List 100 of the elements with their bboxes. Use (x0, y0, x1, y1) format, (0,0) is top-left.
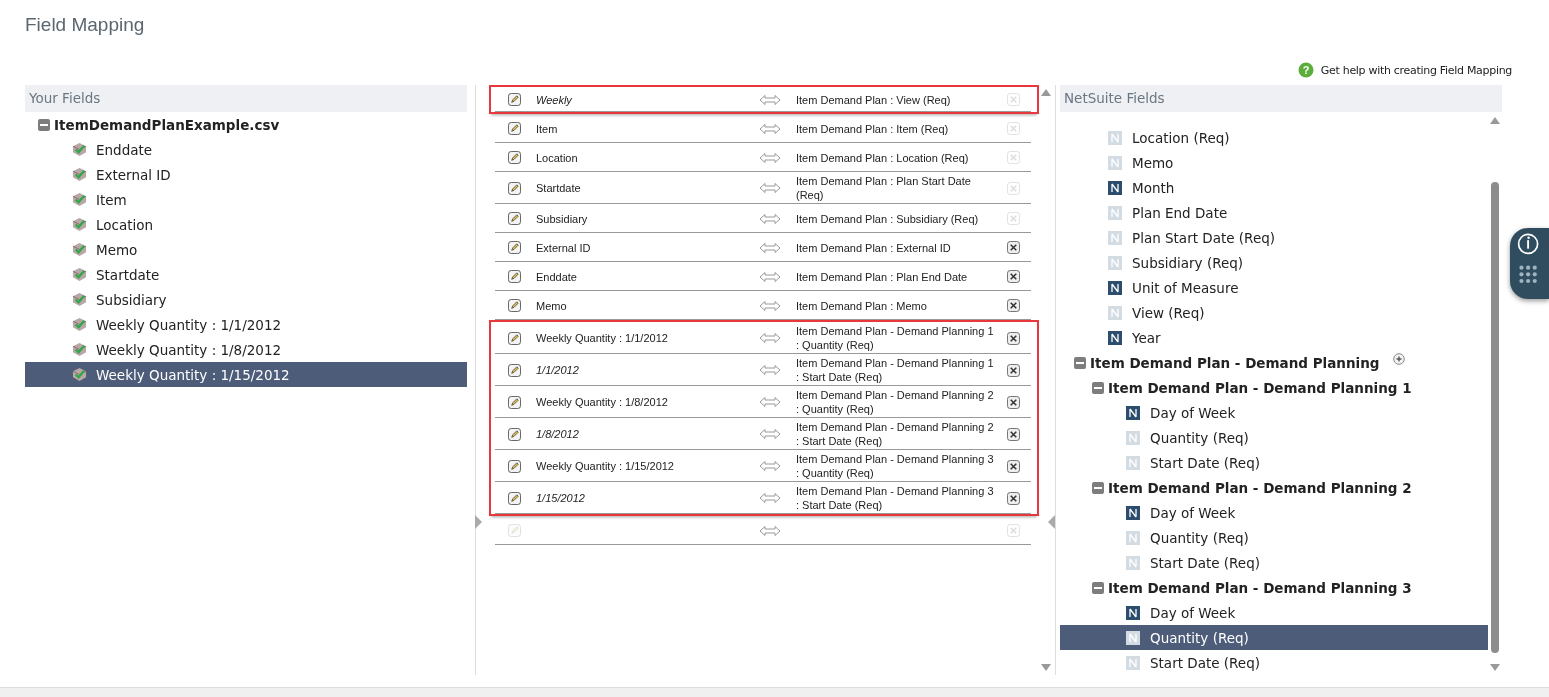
target-field: Item Demand Plan - Demand Planning 3 : Start Date (Req) (796, 484, 996, 512)
scroll-down-icon[interactable] (1490, 664, 1500, 671)
file-node[interactable]: ItemDemandPlanExample.csv (25, 112, 467, 137)
edit-icon[interactable] (508, 122, 521, 135)
netsuite-field-item[interactable]: Day of Week (1060, 400, 1488, 425)
field-item[interactable]: Item (25, 187, 467, 212)
netsuite-field-item[interactable]: Day of Week (1060, 600, 1488, 625)
edit-icon[interactable] (508, 491, 521, 505)
group-node[interactable]: Item Demand Plan - Demand Planning 3 (1060, 575, 1488, 600)
double-arrow-icon (759, 182, 781, 194)
netsuite-field-item[interactable]: Start Date (Req) (1060, 650, 1488, 675)
scroll-up-icon[interactable] (1490, 117, 1500, 124)
mapping-row[interactable]: Location Item Demand Plan : Location (Req) (495, 143, 1031, 172)
edit-icon[interactable] (508, 299, 521, 312)
netsuite-field-item[interactable]: Plan Start Date (Req) (1060, 225, 1488, 250)
field-icon (72, 167, 87, 182)
netsuite-field-item[interactable]: Day of Week (1060, 500, 1488, 525)
scroll-down-icon[interactable] (1041, 664, 1051, 671)
netsuite-field-item[interactable]: Location (Req) (1060, 125, 1488, 150)
netsuite-field-item[interactable]: Subsidiary (Req) (1060, 250, 1488, 275)
mapping-row[interactable]: Weekly Quantity : 1/15/2012 Item Demand Plan - Demand Planning 3 : Quantity (Req) (489, 450, 1039, 482)
remove-icon[interactable] (1007, 427, 1020, 441)
netsuite-field-item[interactable]: Month (1060, 175, 1488, 200)
group-node[interactable]: Item Demand Plan - Demand Planning 2 (1060, 475, 1488, 500)
field-item[interactable]: Startdate (25, 262, 467, 287)
collapse-icon[interactable] (38, 118, 50, 131)
netsuite-field-item[interactable]: Start Date (Req) (1060, 450, 1488, 475)
group-node[interactable]: Item Demand Plan - Demand Planning 1 (1060, 375, 1488, 400)
scrollbar-thumb[interactable] (1491, 182, 1499, 653)
field-item[interactable]: External ID (25, 162, 467, 187)
field-item[interactable]: Weekly Quantity : 1/8/2012 (25, 337, 467, 362)
edit-icon[interactable] (508, 241, 521, 254)
netsuite-field-item[interactable]: Quantity (Req) (1060, 525, 1488, 550)
edit-icon[interactable] (508, 363, 521, 377)
target-field: Item Demand Plan - Demand Planning 1 : Quantity (Req) (796, 324, 996, 352)
netsuite-field-item[interactable]: Quantity (Req) (1060, 425, 1488, 450)
remove-icon[interactable] (1007, 491, 1020, 505)
scroll-up-icon[interactable] (1041, 89, 1051, 96)
field-item[interactable]: Memo (25, 237, 467, 262)
mapping-row[interactable]: 1/8/2012 Item Demand Plan - Demand Planning 2 : Start Date (Req) (489, 418, 1039, 450)
field-item[interactable]: Weekly Quantity : 1/1/2012 (25, 312, 467, 337)
source-field: Memo (536, 299, 736, 312)
remove-icon[interactable] (1007, 331, 1020, 345)
target-field: Item Demand Plan : Subsidiary (Req) (796, 211, 996, 226)
mapping-row[interactable]: 1/15/2012 Item Demand Plan - Demand Planning 3 : Start Date (Req) (489, 482, 1039, 516)
netsuite-field-item[interactable]: Unit of Measure (1060, 275, 1488, 300)
target-field: Item Demand Plan : Location (Req) (796, 150, 996, 165)
field-item[interactable]: Location (25, 212, 467, 237)
field-type-icon (1108, 155, 1122, 170)
remove-icon[interactable] (1007, 299, 1020, 312)
remove-icon[interactable] (1007, 395, 1020, 409)
mapping-row[interactable]: Weekly Quantity : 1/8/2012 Item Demand Plan - Demand Planning 2 : Quantity (Req) (489, 386, 1039, 418)
mapping-row[interactable]: Startdate Item Demand Plan : Plan Start Date (Req) (495, 172, 1031, 204)
mapping-row[interactable]: Subsidiary Item Demand Plan : Subsidiary (Req) (495, 204, 1031, 233)
target-field: Item Demand Plan : Item (Req) (796, 121, 996, 136)
mapping-row[interactable]: 1/1/2012 Item Demand Plan - Demand Planning 1 : Start Date (Req) (489, 354, 1039, 386)
target-field: Item Demand Plan - Demand Planning 1 : Start Date (Req) (796, 356, 996, 384)
target-field: Item Demand Plan : Plan End Date (796, 269, 996, 284)
edit-icon[interactable] (508, 427, 521, 441)
netsuite-field-item[interactable]: Year (1060, 325, 1488, 350)
target-field: Item Demand Plan : View (Req) (796, 92, 996, 107)
edit-icon[interactable] (508, 93, 521, 106)
mapping-row[interactable]: Enddate Item Demand Plan : Plan End Date (495, 262, 1031, 291)
mapping-row[interactable]: Weekly Quantity : 1/1/2012 Item Demand Plan - Demand Planning 1 : Quantity (Req) (489, 320, 1039, 354)
netsuite-field-item[interactable]: Start Date (Req) (1060, 550, 1488, 575)
source-field: Startdate (536, 182, 736, 194)
group-node[interactable]: Item Demand Plan - Demand Planning (1060, 350, 1488, 375)
collapse-icon[interactable] (1092, 381, 1104, 394)
collapse-icon[interactable] (1074, 356, 1086, 369)
mapping-row[interactable]: Weekly Item Demand Plan : View (Req) (489, 85, 1039, 114)
double-arrow-icon (759, 428, 781, 440)
edit-icon[interactable] (508, 270, 521, 283)
collapse-icon[interactable] (1092, 481, 1104, 494)
add-icon[interactable] (1393, 352, 1406, 365)
remove-icon[interactable] (1007, 241, 1020, 254)
edit-icon[interactable] (508, 331, 521, 345)
netsuite-field-item[interactable]: View (Req) (1060, 300, 1488, 325)
edit-icon[interactable] (508, 395, 521, 409)
edit-icon[interactable] (508, 459, 521, 473)
source-field: External ID (536, 241, 736, 254)
remove-icon[interactable] (1007, 270, 1020, 283)
mapping-row[interactable]: Item Item Demand Plan : Item (Req) (495, 114, 1031, 143)
edit-icon[interactable] (508, 151, 521, 164)
help-link[interactable]: Get help with creating Field Mapping (1320, 63, 1512, 77)
field-item[interactable]: Enddate (25, 137, 467, 162)
netsuite-field-item[interactable]: Memo (1060, 150, 1488, 175)
field-type-icon (1126, 655, 1140, 670)
field-item[interactable]: Subsidiary (25, 287, 467, 312)
remove-icon[interactable] (1007, 459, 1020, 473)
mapping-row[interactable]: Memo Item Demand Plan : Memo (495, 291, 1031, 320)
double-arrow-icon (759, 460, 781, 472)
field-item[interactable]: Weekly Quantity : 1/15/2012 (25, 362, 467, 387)
remove-icon[interactable] (1007, 363, 1020, 377)
collapse-icon[interactable] (1092, 581, 1104, 594)
mapping-row[interactable]: External ID Item Demand Plan : External ID (495, 233, 1031, 262)
netsuite-field-item[interactable]: Quantity (Req) (1060, 625, 1488, 650)
target-field: Item Demand Plan : External ID (796, 240, 996, 255)
edit-icon[interactable] (508, 181, 521, 195)
netsuite-field-item[interactable]: Plan End Date (1060, 200, 1488, 225)
edit-icon[interactable] (508, 212, 521, 225)
